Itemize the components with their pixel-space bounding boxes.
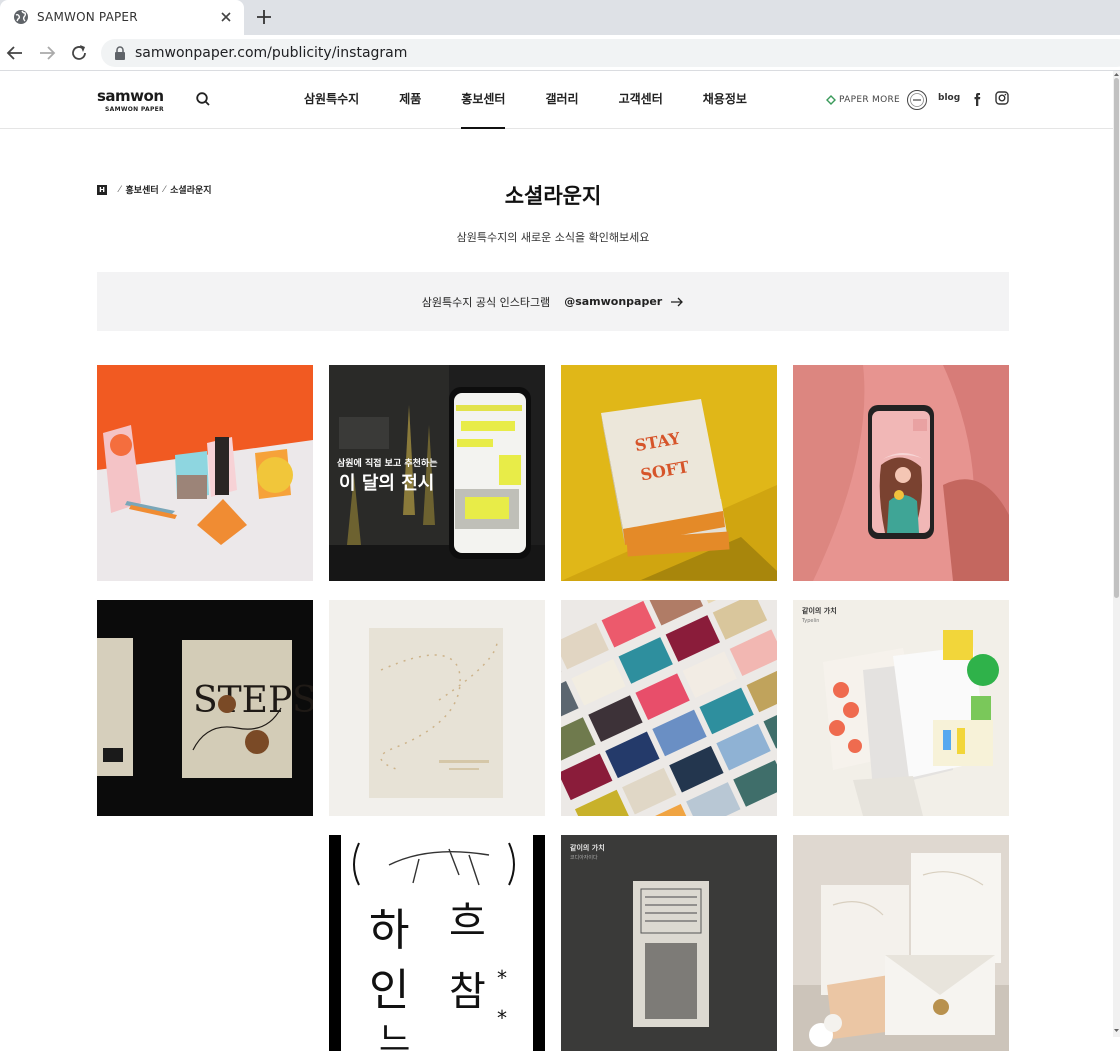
svg-text:하: 하 [369,905,409,956]
instagram-post[interactable]: 같이의 가치 Typelin [793,600,1009,816]
back-icon[interactable] [4,42,26,64]
page-subtitle: 삼원특수지의 새로운 소식을 확인해보세요 [456,231,650,244]
svg-text:느: 느 [379,1020,410,1051]
instagram-handle[interactable]: @samwonpaper [564,295,662,308]
site-header: samwon SAMWON PAPER 삼원특수지 제품 홍보센터 갤러리 고객… [0,71,1120,129]
nav-item-samwon[interactable]: 삼원특수지 [304,71,359,129]
post-image-hangul-poster: 하 흐 인 참 느 * * [329,835,545,1051]
url-text: samwonpaper.com/publicity/instagram [135,45,408,61]
post-caption: 같이의 가치 [802,606,837,615]
logo-sub: SAMWON PAPER [105,106,164,113]
nav-item-customer-center[interactable]: 고객센터 [619,71,663,129]
instagram-post[interactable]: STEPS [97,600,313,816]
address-bar: samwonpaper.com/publicity/instagram [0,35,1120,71]
instagram-bar-label: 삼원특수지 공식 인스타그램 [421,295,551,309]
instagram-post[interactable]: STAY SOFT [561,365,777,581]
post-image-pink-phone [793,365,1009,581]
svg-text:삼원에 직접 보고 추천하는: 삼원에 직접 보고 추천하는 [337,457,437,469]
post-image-color-boxes [561,600,777,816]
badge-icon[interactable] [906,89,928,111]
scroll-up-icon[interactable] [1114,72,1119,77]
instagram-icon[interactable] [995,91,1009,105]
post-image-wedding-invitations [793,835,1009,1051]
svg-text:*: * [497,1006,507,1030]
blog-link[interactable]: blog [938,93,960,107]
main-nav: 삼원특수지 제품 홍보센터 갤러리 고객센터 채용정보 [304,71,787,129]
tab-title: SAMWON PAPER [37,10,138,24]
instagram-post[interactable] [793,365,1009,581]
post-image-exhibition: 삼원에 직접 보고 추천하는 이 달의 전시 [329,365,545,581]
new-tab-icon[interactable] [253,6,275,28]
page-title: 소셜라운지 [504,184,602,208]
samwon-logo[interactable]: samwon SAMWON PAPER [97,86,167,116]
arrow-right-icon [671,297,684,306]
lock-icon[interactable] [114,46,126,60]
post-caption-sub: Typelin [801,618,819,624]
scroll-down-icon[interactable] [1114,1028,1119,1033]
svg-text:인: 인 [369,965,409,1016]
instagram-post[interactable] [97,365,313,581]
logo-word: samwon [97,87,164,105]
instagram-post[interactable] [561,600,777,816]
search-icon[interactable] [195,91,211,107]
instagram-post[interactable]: 하 흐 인 참 느 * * [329,835,545,1051]
svg-text:*: * [497,966,507,990]
instagram-post[interactable]: 삼원에 직접 보고 추천하는 이 달의 전시 [329,365,545,581]
close-tab-icon[interactable] [216,7,236,27]
instagram-post[interactable] [329,600,545,816]
book-cover-title: STEPS [193,680,313,721]
reload-icon[interactable] [68,42,90,64]
browser-tab[interactable]: SAMWON PAPER [0,0,244,35]
nav-item-gallery[interactable]: 갤러리 [545,71,578,129]
svg-text:참: 참 [449,969,486,1015]
scrollbar-thumb[interactable] [1114,78,1119,598]
overlay-headline: 이 달의 전시 [339,473,434,494]
nav-item-pr-center[interactable]: 홍보센터 [461,71,506,129]
svg-text:흐: 흐 [449,899,486,945]
url-field[interactable]: samwonpaper.com/publicity/instagram [101,39,1120,67]
facebook-icon[interactable] [970,91,984,107]
nav-item-careers[interactable]: 채용정보 [703,71,747,129]
papermore-link[interactable]: PAPER MORE [826,93,900,107]
post-caption: 같이의 가치 [570,843,605,852]
post-caption-sub: 코디아자이다 [570,854,598,861]
post-image-stay-soft: STAY SOFT [561,365,777,581]
globe-icon [14,10,28,24]
post-image-steps-books: STEPS [97,600,313,816]
papermore-label: PAPER MORE [839,95,901,105]
post-image-value-of-together-2: 같이의 가치 코디아자이다 [561,835,777,1051]
post-image-value-of-together: 같이의 가치 Typelin [793,600,1009,816]
browser-tabbar: SAMWON PAPER [0,0,1120,35]
nav-item-products[interactable]: 제품 [399,71,421,129]
instagram-post[interactable] [793,835,1009,1051]
instagram-post[interactable]: 같이의 가치 코디아자이다 [561,835,777,1051]
post-image-embossed-paper [329,600,545,816]
post-image-paper-objects [97,365,313,581]
forward-icon[interactable] [36,42,58,64]
instagram-link-bar[interactable]: 삼원특수지 공식 인스타그램 @samwonpaper [97,272,1009,331]
papermore-icon [826,95,836,105]
